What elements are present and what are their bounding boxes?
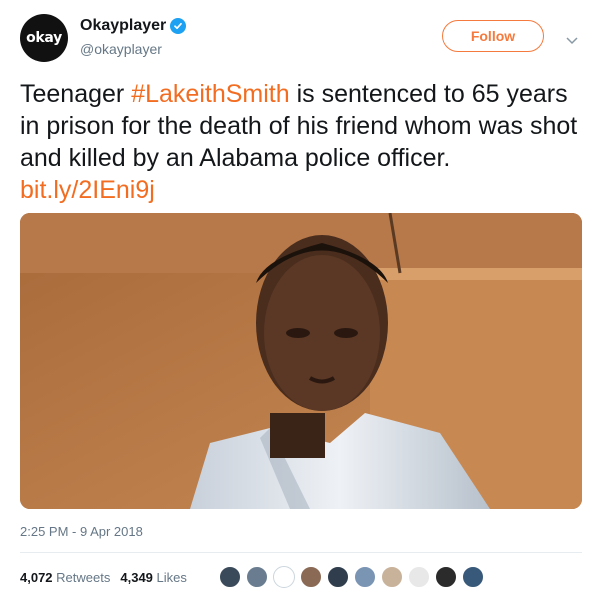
tweet-text-part: Teenager	[20, 80, 132, 108]
liker-avatar[interactable]	[300, 566, 322, 588]
display-name[interactable]: Okayplayer	[80, 17, 166, 35]
shortened-link[interactable]: bit.ly/2IEni9j	[20, 176, 155, 204]
account-name-row: Okayplayer	[80, 17, 187, 35]
divider	[20, 552, 582, 553]
tweet-timestamp[interactable]: 2:25 PM - 9 Apr 2018	[20, 524, 143, 539]
liker-avatar[interactable]	[381, 566, 403, 588]
courtroom-photo-illustration	[20, 213, 582, 509]
retweets-label: Retweets	[56, 570, 111, 585]
chevron-down-icon[interactable]	[566, 32, 578, 50]
liker-avatar[interactable]	[408, 566, 430, 588]
avatar[interactable]: okay	[20, 14, 68, 62]
tweet-text: Teenager #LakeithSmith is sentenced to 6…	[20, 78, 580, 206]
likes-stat[interactable]: 4,349 Likes	[120, 570, 187, 585]
liker-avatar[interactable]	[246, 566, 268, 588]
hashtag-link[interactable]: #LakeithSmith	[131, 80, 289, 108]
account-handle[interactable]: @okayplayer	[80, 41, 162, 57]
avatar-logo-text: okay	[26, 30, 62, 46]
liker-avatar[interactable]	[354, 566, 376, 588]
liker-avatar[interactable]	[327, 566, 349, 588]
liker-avatar[interactable]	[462, 566, 484, 588]
retweets-count: 4,072	[20, 570, 53, 585]
likes-label: Likes	[156, 570, 187, 585]
liker-avatar[interactable]	[273, 566, 295, 588]
tweet-photo[interactable]	[20, 213, 582, 509]
liker-avatars	[219, 566, 489, 588]
verified-badge-icon	[170, 18, 187, 34]
liker-avatar[interactable]	[435, 566, 457, 588]
liker-avatar[interactable]	[219, 566, 241, 588]
engagement-stats: 4,072 Retweets 4,349 Likes	[20, 570, 197, 585]
retweets-stat[interactable]: 4,072 Retweets	[20, 570, 110, 585]
follow-button[interactable]: Follow	[442, 20, 544, 52]
likes-count: 4,349	[120, 570, 153, 585]
